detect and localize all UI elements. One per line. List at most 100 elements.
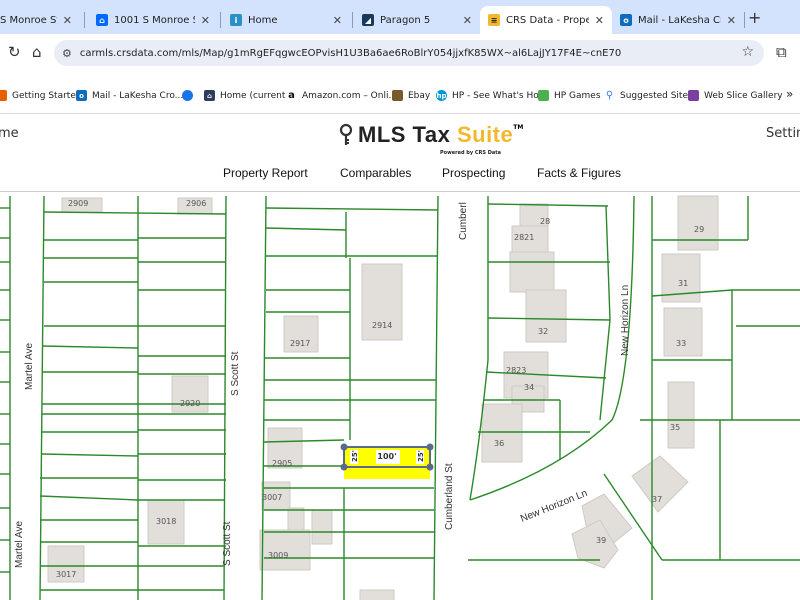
parcel-map-canvas[interactable]: 100' 25' 25' 2909 2906 2917 2914 2920 29… [0,192,800,600]
street-label-martel-upper: Martel Ave [24,342,35,390]
bookmark-item[interactable]: HP Games [538,90,601,101]
bookmark-item[interactable]: ⌂ Home (current) [204,90,289,101]
trademark: TM [513,124,524,131]
circle-logo-icon [182,90,193,101]
tab-title: Paragon 5 [380,14,431,26]
bookmark-item[interactable]: Getting Started [0,90,82,101]
logo-main-text: MLS Tax [358,122,457,147]
parcel-map[interactable]: 100' 25' 25' 2909 2906 2917 2914 2920 29… [0,192,800,600]
building [311,509,333,545]
tab-crs-data-active[interactable]: ≡ CRS Data - Property M ✕ [480,6,612,34]
bookmark-item[interactable]: Web Slice Gallery [688,90,783,101]
tab-zillow-address[interactable]: ⌂ 1001 S Monroe St, Litt ✕ [88,6,218,34]
address-label: 37 [652,495,662,504]
hp-games-icon [538,90,549,101]
search-icon: ⚲ [604,90,615,101]
close-tab-icon[interactable]: ✕ [201,14,210,27]
firefox-icon [0,90,7,101]
bookmark-item[interactable]: Ebay [392,90,430,101]
tab-mail[interactable]: o Mail - LaKesha Crow ✕ [612,6,744,34]
menu-facts-figures[interactable]: Facts & Figures [537,166,621,180]
browser-toolbar: ↻ ⌂ ⚙ carmls.crsdata.com/mls/Map/g1mRgEF… [0,34,800,74]
logo-accent-text: Suite [456,122,514,147]
address-label: 36 [494,439,504,448]
key-icon [339,123,353,145]
url-text: carmls.crsdata.com/mls/Map/g1mRgEFqgwcEO… [79,47,622,59]
more-bookmarks-button[interactable]: » [786,87,793,101]
new-tab-button[interactable]: + [748,8,761,27]
tab-paragon[interactable]: ◢ Paragon 5 ✕ [354,6,480,34]
close-tab-icon[interactable]: ✕ [333,14,342,27]
reload-icon[interactable]: ↻ [8,43,21,61]
front-dimension-label: 100' [377,452,396,461]
site-info-icon[interactable]: ⚙ [62,47,72,60]
star-bookmark-icon[interactable]: ☆ [741,44,754,60]
address-label: 2920 [180,399,200,408]
menu-property-report[interactable]: Property Report [223,166,308,180]
bookmark-item[interactable]: a Amazon.com – Onli... [286,90,397,101]
vertex-handle[interactable] [426,443,434,451]
selected-parcel[interactable]: 100' 25' 25' [340,443,434,480]
address-label: 31 [678,279,688,288]
address-label: 3009 [268,551,288,560]
paragon-icon: ◢ [362,14,374,26]
ebay-icon [392,90,403,101]
street-label-martel-lower: Martel Ave [14,520,25,568]
bookmarks-bar: Getting Started o Mail - LaKesha Cro... … [0,74,800,114]
home-app-icon: ⌂ [204,90,215,101]
building [663,307,703,357]
bookmark-item[interactable]: ⚲ Suggested Sites [604,90,693,101]
address-label: 28 [540,217,550,226]
settings-link[interactable]: Setting [766,126,800,141]
hp-icon: hp [436,90,447,101]
bookmark-item[interactable]: o Mail - LaKesha Cro... [76,90,183,101]
extensions-icon[interactable]: ⧉ [776,43,787,61]
street-label-new-horizon-vertical: New Horizon Ln [620,284,631,356]
address-label: 3017 [56,570,76,579]
address-label: 3007 [262,493,282,502]
close-tab-icon[interactable]: ✕ [63,14,72,27]
browser-tab-strip: S Monroe St - G ✕ ⌂ 1001 S Monroe St, Li… [0,0,800,34]
zillow-icon: ⌂ [96,14,108,26]
address-label: 2905 [272,459,292,468]
close-tab-icon[interactable]: ✕ [727,14,736,27]
home-link[interactable]: me [0,126,19,141]
vertex-handle[interactable] [340,463,348,471]
address-label: 2909 [68,199,88,208]
building [359,589,395,600]
bookmark-label: Web Slice Gallery [704,90,783,101]
menu-prospecting[interactable]: Prospecting [442,166,505,180]
address-label: 34 [524,383,534,392]
address-label: 2917 [290,339,310,348]
bookmark-item[interactable]: hp HP - See What's Hot [436,90,542,101]
bookmark-label: Ebay [408,90,431,101]
app-header: me Setting MLS Tax Suite TM Powered by C… [0,114,800,192]
vertex-handle[interactable] [340,443,348,451]
building [667,381,695,449]
tab-zillow-monroe[interactable]: S Monroe St - G ✕ [0,6,80,34]
vertex-handle[interactable] [426,463,434,471]
crs-icon: ≡ [488,14,500,26]
bookmark-item[interactable] [182,90,198,101]
menu-comparables[interactable]: Comparables [340,166,411,180]
mls-tax-suite-logo[interactable]: MLS Tax Suite TM Powered by CRS Data [338,122,524,156]
bookmark-label: HP Games [554,90,601,101]
bookmark-label: Mail - LaKesha Cro... [92,90,184,101]
street-label-cumberland-upper: Cumberl [458,202,469,240]
web-slice-icon [688,90,699,101]
address-label: 2914 [372,321,392,330]
tab-home[interactable]: i Home ✕ [222,6,350,34]
close-tab-icon[interactable]: ✕ [595,14,604,27]
close-tab-icon[interactable]: ✕ [463,14,472,27]
address-bar[interactable]: ⚙ carmls.crsdata.com/mls/Map/g1mRgEFqgwc… [54,40,764,66]
left-dimension-label: 25' [351,450,359,462]
bookmark-label: Amazon.com – Onli... [302,90,398,101]
home-icon[interactable]: ⌂ [32,43,42,61]
amazon-icon: a [286,90,297,101]
address-label: 33 [676,339,686,348]
bookmark-label: Home (current) [220,90,289,101]
bookmark-label: HP - See What's Hot [452,90,543,101]
address-label: 2906 [186,199,206,208]
tab-separator [220,12,221,28]
tab-title: S Monroe St - G [0,14,57,26]
